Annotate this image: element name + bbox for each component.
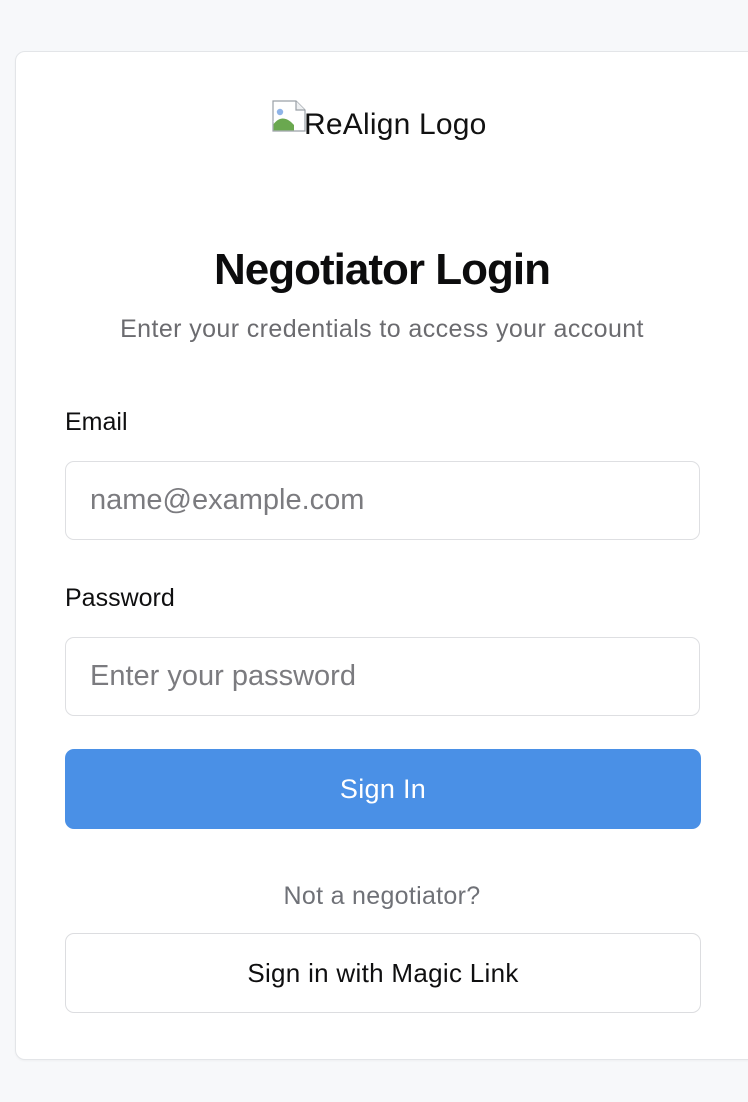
magic-link-button[interactable]: Sign in with Magic Link xyxy=(65,933,701,1013)
broken-image-icon xyxy=(272,100,306,132)
login-card: ReAlign Logo Negotiator Login Enter your… xyxy=(15,51,748,1060)
email-field[interactable] xyxy=(65,461,700,540)
logo: ReAlign Logo xyxy=(272,100,487,142)
page-subtitle: Enter your credentials to access your ac… xyxy=(120,315,644,343)
page-title: Negotiator Login xyxy=(214,245,551,294)
password-field[interactable] xyxy=(65,637,700,716)
password-label: Password xyxy=(65,584,175,612)
not-negotiator-prompt: Not a negotiator? xyxy=(283,882,481,910)
logo-alt-text: ReAlign Logo xyxy=(304,108,487,141)
sign-in-button[interactable]: Sign In xyxy=(65,749,701,829)
email-label: Email xyxy=(65,408,128,436)
